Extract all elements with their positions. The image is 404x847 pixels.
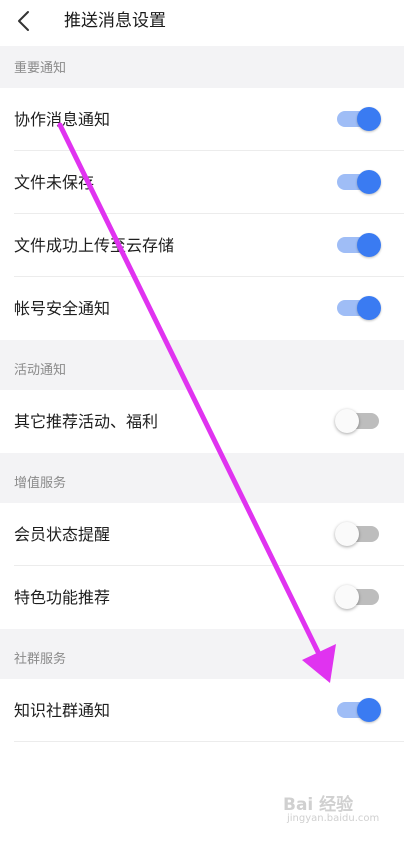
chevron-left-icon[interactable] [13,9,35,33]
setting-label: 其它推荐活动、福利 [14,412,159,431]
community-notice-toggle[interactable] [337,698,381,722]
file-unsaved-toggle[interactable] [337,170,381,194]
setting-label: 帐号安全通知 [14,299,111,318]
section-title: 重要通知 [14,61,67,76]
section-header-community: 社群服务 [0,629,404,679]
setting-row-feature-recommend[interactable]: 特色功能推荐 [0,566,404,629]
watermark-sub: jingyan.baidu.com [287,813,380,824]
setting-row-file-unsaved[interactable]: 文件未保存 [0,151,404,214]
section-title: 活动通知 [14,363,67,378]
section-title: 社群服务 [14,652,67,667]
setting-row-upload-success[interactable]: 文件成功上传至云存储 [0,214,404,277]
account-security-toggle[interactable] [337,296,381,320]
baidu-jingyan-watermark: Bai 经验 jingyan.baidu.com [283,790,383,834]
section-header-important: 重要通知 [0,46,404,88]
setting-label: 文件未保存 [14,173,95,192]
watermark-main: Bai 经验 [283,795,354,815]
membership-status-toggle[interactable] [335,522,379,546]
collab-message-toggle[interactable] [337,107,381,131]
setting-label: 知识社群通知 [14,701,111,720]
section-header-value-added: 增值服务 [0,453,404,503]
setting-label: 会员状态提醒 [14,525,111,544]
section-header-activity: 活动通知 [0,340,404,390]
feature-recommend-toggle[interactable] [335,585,379,609]
setting-label: 协作消息通知 [14,110,111,129]
setting-row-account-security[interactable]: 帐号安全通知 [0,277,404,340]
promotions-toggle[interactable] [335,409,379,433]
top-bar: 推送消息设置 [0,0,404,46]
setting-row-collab-message[interactable]: 协作消息通知 [0,88,404,151]
setting-label: 文件成功上传至云存储 [14,236,175,255]
upload-success-toggle[interactable] [337,233,381,257]
page-title: 推送消息设置 [64,11,166,31]
setting-row-community-notice[interactable]: 知识社群通知 [0,679,404,742]
setting-label: 特色功能推荐 [14,588,111,607]
setting-row-membership-status[interactable]: 会员状态提醒 [0,503,404,566]
section-title: 增值服务 [14,476,67,491]
setting-row-promotions[interactable]: 其它推荐活动、福利 [0,390,404,453]
